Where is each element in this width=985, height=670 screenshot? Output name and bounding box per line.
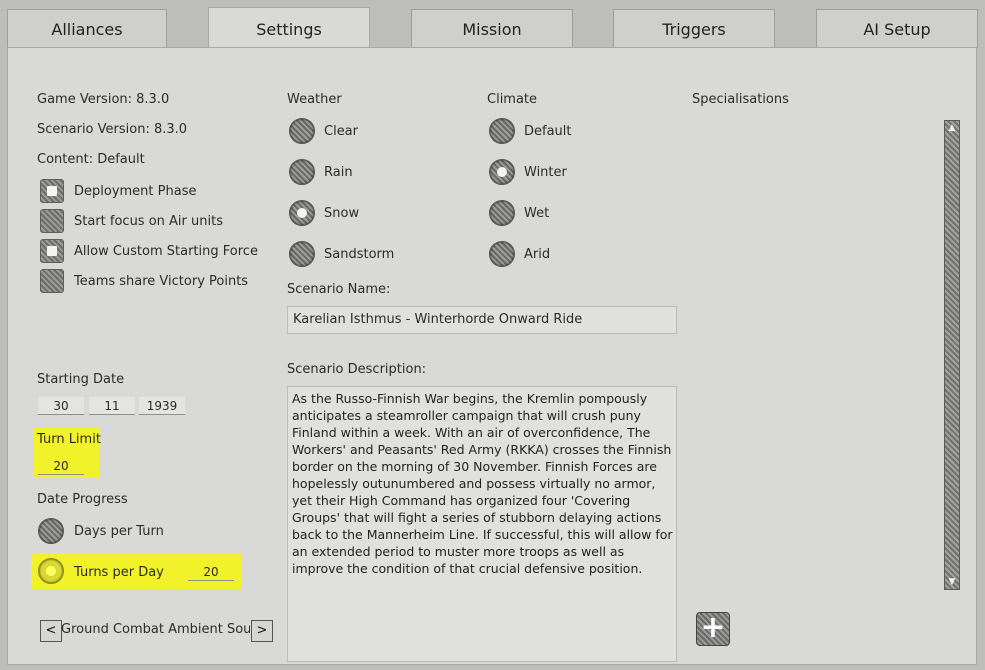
radio-label: Snow <box>324 206 360 221</box>
tab-label: Triggers <box>662 19 726 39</box>
content-label: Content: Default <box>37 152 145 167</box>
start-focus-air-checkbox[interactable] <box>40 209 64 233</box>
radio-label: Turns per Day <box>74 565 164 580</box>
date-progress-label: Date Progress <box>37 492 128 507</box>
tab-settings[interactable]: Settings <box>208 7 370 51</box>
scenario-name-input[interactable]: Karelian Isthmus - Winterhorde Onward Ri… <box>287 306 677 334</box>
tab-label: AI Setup <box>863 19 931 39</box>
teams-share-vp-checkbox[interactable] <box>40 269 64 293</box>
checkbox-label: Allow Custom Starting Force <box>74 244 258 259</box>
tab-ai-setup[interactable]: AI Setup <box>816 9 978 48</box>
radio-label: Days per Turn <box>74 524 164 539</box>
start-day-field[interactable]: 30 <box>38 397 84 415</box>
sound-next-button[interactable]: > <box>251 620 273 642</box>
game-version: Game Version: 8.3.0 <box>37 92 170 107</box>
tab-alliances[interactable]: Alliances <box>7 9 167 48</box>
sound-prev-button[interactable]: < <box>40 620 62 642</box>
turns-per-day-radio[interactable] <box>38 558 64 584</box>
radio-dot <box>297 208 307 218</box>
scenario-description-text: As the Russo-Finnish War begins, the Kre… <box>292 391 673 576</box>
checkbox-label: Start focus on Air units <box>74 214 223 229</box>
radio-label: Clear <box>324 124 358 139</box>
plus-icon[interactable]: + <box>696 612 730 646</box>
radio-label: Sandstorm <box>324 247 395 262</box>
turn-limit-label: Turn Limit <box>37 432 101 447</box>
scroll-up-icon[interactable]: ▲ <box>947 123 957 133</box>
start-month-field[interactable]: 11 <box>89 397 135 415</box>
sound-label: Ground Combat Ambient Sound <box>61 622 250 637</box>
weather-label: Weather <box>287 92 342 107</box>
climate-winter-radio[interactable] <box>489 159 515 185</box>
days-per-turn-radio[interactable] <box>38 518 64 544</box>
scenario-name-value: Karelian Isthmus - Winterhorde Onward Ri… <box>293 312 583 327</box>
radio-label: Default <box>524 124 572 139</box>
climate-arid-radio[interactable] <box>489 241 515 267</box>
scenario-description-label: Scenario Description: <box>287 362 427 377</box>
starting-date-label: Starting Date <box>37 372 125 387</box>
weather-rain-radio[interactable] <box>289 159 315 185</box>
climate-wet-radio[interactable] <box>489 200 515 226</box>
scenario-version: Scenario Version: 8.3.0 <box>37 122 188 137</box>
radio-label: Winter <box>524 165 567 180</box>
tab-label: Alliances <box>51 19 123 39</box>
turn-limit-field[interactable]: 20 <box>38 457 84 475</box>
radio-dot <box>497 167 507 177</box>
tab-triggers[interactable]: Triggers <box>613 9 775 48</box>
turns-per-day-field[interactable]: 20 <box>188 563 234 581</box>
radio-dot <box>46 566 56 576</box>
allow-custom-force-checkbox[interactable] <box>40 239 64 263</box>
climate-label: Climate <box>487 92 538 107</box>
start-year-field[interactable]: 1939 <box>139 397 185 415</box>
checkbox-label: Teams share Victory Points <box>74 274 249 289</box>
weather-sandstorm-radio[interactable] <box>289 241 315 267</box>
scroll-down-icon[interactable]: ▼ <box>947 577 957 587</box>
check-mark <box>47 246 57 256</box>
climate-default-radio[interactable] <box>489 118 515 144</box>
check-mark <box>47 186 57 196</box>
radio-label: Wet <box>524 206 550 221</box>
checkbox-label: Deployment Phase <box>74 184 197 199</box>
tab-label: Settings <box>256 20 322 39</box>
radio-label: Rain <box>324 165 353 180</box>
specialisations-label: Specialisations <box>692 92 789 107</box>
tab-mission[interactable]: Mission <box>411 9 573 48</box>
tab-label: Mission <box>462 19 522 39</box>
deployment-phase-checkbox[interactable] <box>40 179 64 203</box>
radio-label: Arid <box>524 247 551 262</box>
specialisations-scrollbar[interactable]: ▲ ▼ <box>944 120 960 590</box>
scenario-name-label: Scenario Name: <box>287 282 391 297</box>
weather-snow-radio[interactable] <box>289 200 315 226</box>
weather-clear-radio[interactable] <box>289 118 315 144</box>
